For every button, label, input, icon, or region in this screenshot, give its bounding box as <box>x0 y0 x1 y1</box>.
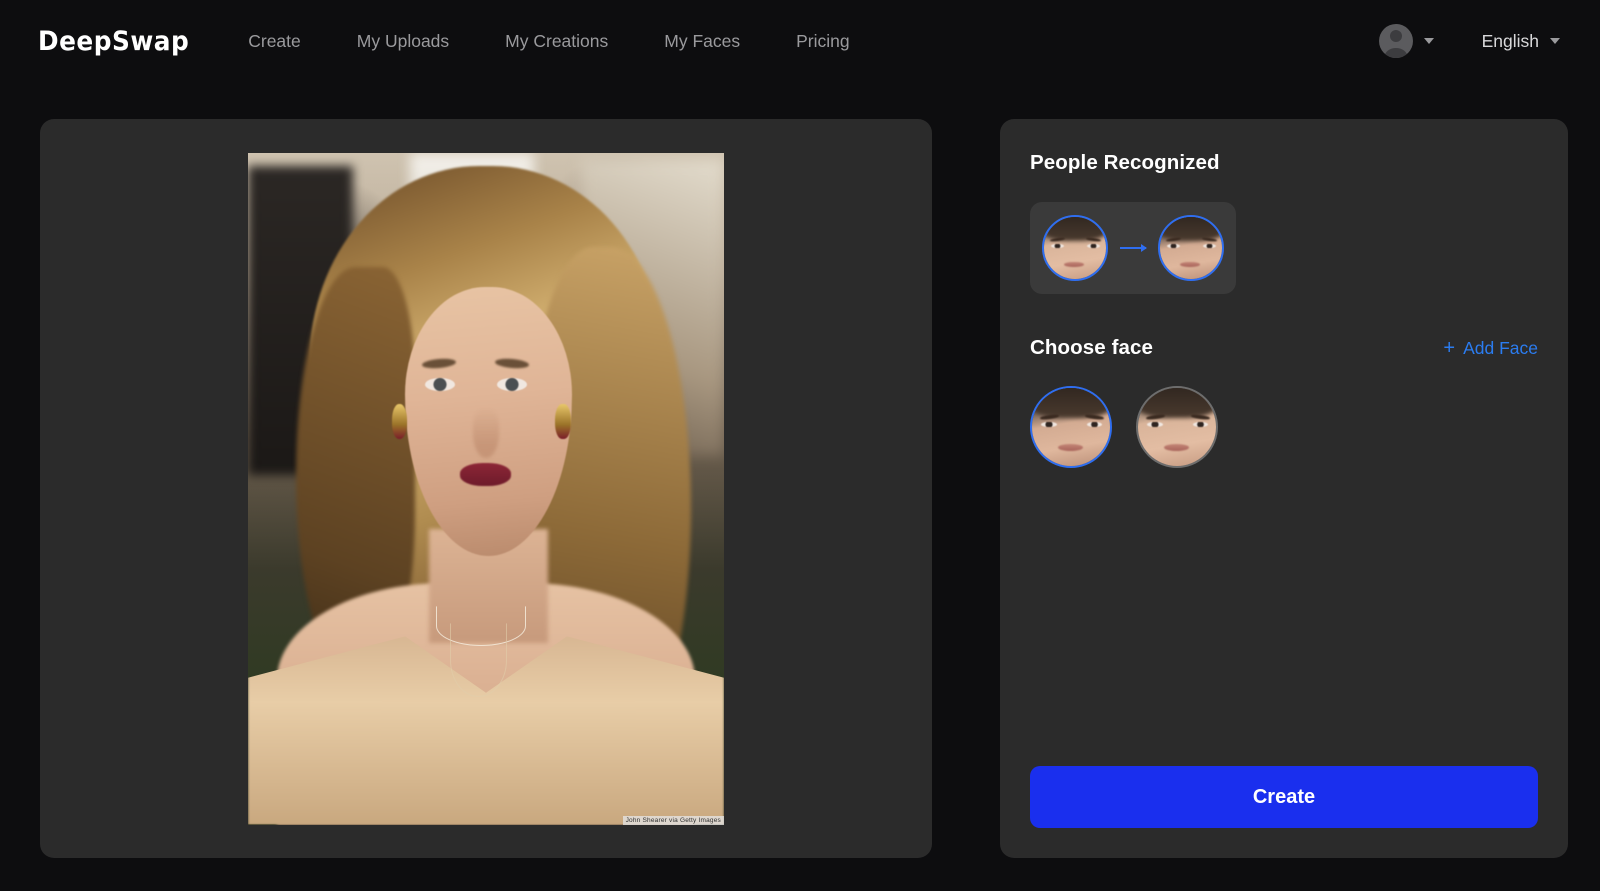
preview-image[interactable]: John Shearer via Getty Images <box>248 152 724 825</box>
language-selector[interactable]: English <box>1482 31 1560 52</box>
source-face-hair <box>1044 217 1106 241</box>
face-option-2[interactable] <box>1136 386 1218 468</box>
subject-earring-left <box>391 403 407 439</box>
source-face-eye-left <box>1051 243 1064 248</box>
nav-item-my-faces[interactable]: My Faces <box>664 25 740 58</box>
language-label: English <box>1481 30 1539 51</box>
nav-item-pricing[interactable]: Pricing <box>796 25 850 58</box>
chevron-down-icon <box>1550 38 1560 44</box>
workspace: John Shearer via Getty Images People Rec… <box>40 119 1568 858</box>
target-face-eye-right <box>1203 243 1216 248</box>
user-avatar-icon <box>1378 24 1413 58</box>
target-face-hair <box>1160 217 1222 241</box>
face-option-2-hair <box>1138 388 1216 418</box>
arrow-right-icon <box>1120 244 1147 252</box>
header-right-cluster: English <box>1378 0 1560 82</box>
face-option-2-eye-right <box>1192 421 1209 427</box>
add-face-button[interactable]: + Add Face <box>1443 338 1538 359</box>
source-face-eye-right <box>1087 243 1100 248</box>
nav-item-my-creations[interactable]: My Creations <box>505 25 608 58</box>
add-face-label: Add Face <box>1463 337 1538 358</box>
subject-eye-left <box>425 378 455 392</box>
main-nav: Create My Uploads My Creations My Faces … <box>248 25 905 58</box>
subject-eye-right <box>497 378 527 392</box>
target-face-eye-left <box>1167 243 1180 248</box>
face-option-1-hair <box>1032 388 1110 418</box>
controls-panel: People Recognized Choose face + Add Face… <box>1000 119 1568 858</box>
chevron-down-icon <box>1423 38 1434 44</box>
subject-necklace-secondary <box>450 622 508 697</box>
plus-icon: + <box>1443 337 1456 359</box>
recognized-target-face[interactable] <box>1158 215 1224 281</box>
brand-logo[interactable]: DeepSwap <box>38 26 189 57</box>
face-options-list <box>1030 386 1538 468</box>
face-option-1-eye-left <box>1041 421 1057 427</box>
subject-lips <box>460 462 511 486</box>
recognized-source-face[interactable] <box>1042 215 1108 281</box>
photo-credit-watermark: John Shearer via Getty Images <box>622 815 724 825</box>
subject-nose <box>473 407 499 459</box>
face-option-2-eye-left <box>1147 421 1163 427</box>
account-menu-button[interactable] <box>1378 24 1434 58</box>
top-navigation-bar: DeepSwap Create My Uploads My Creations … <box>0 0 1600 82</box>
recognized-pair-item[interactable] <box>1030 202 1236 294</box>
create-button[interactable]: Create <box>1030 766 1538 828</box>
subject-earring-right <box>555 403 571 439</box>
face-option-1[interactable] <box>1030 386 1112 468</box>
face-option-1-eye-right <box>1086 421 1103 427</box>
nav-item-my-uploads[interactable]: My Uploads <box>357 25 449 58</box>
choose-face-header: Choose face + Add Face <box>1030 336 1538 360</box>
preview-panel: John Shearer via Getty Images <box>40 119 932 858</box>
choose-face-title: Choose face <box>1030 336 1153 359</box>
people-recognized-title: People Recognized <box>1030 151 1220 174</box>
app-root: DeepSwap Create My Uploads My Creations … <box>0 0 1600 891</box>
nav-item-create[interactable]: Create <box>248 25 301 58</box>
